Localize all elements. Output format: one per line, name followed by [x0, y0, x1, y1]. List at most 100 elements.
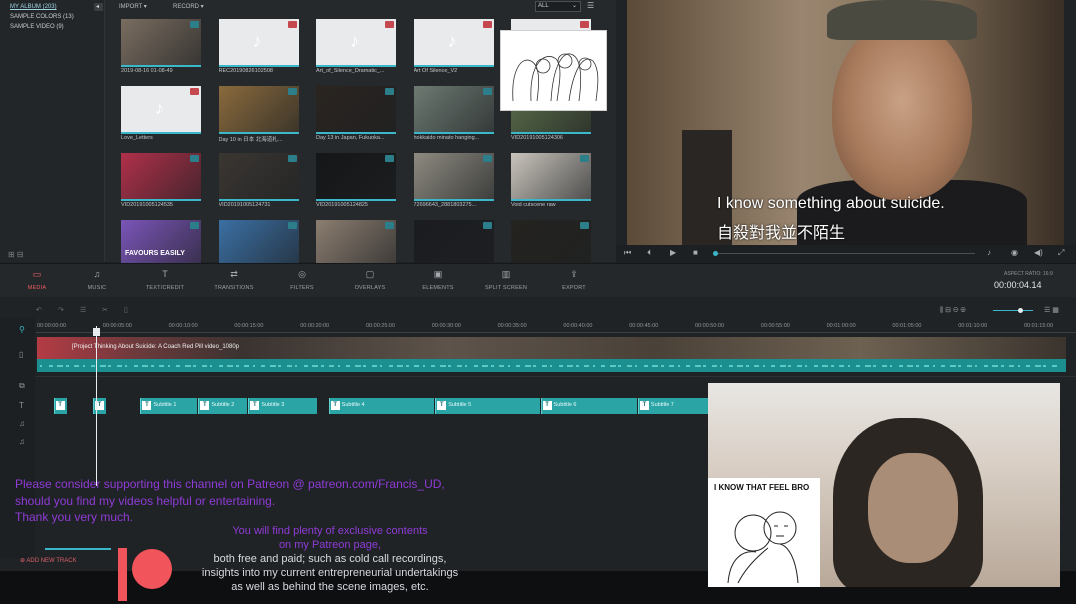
- fullscreen-icon[interactable]: ⤢: [1058, 248, 1064, 258]
- title-clip[interactable]: T Subtitle 2: [198, 398, 248, 414]
- media-tile[interactable]: VID20191005124535: [121, 153, 201, 213]
- zoom-slider-handle[interactable]: [1018, 308, 1023, 313]
- meme-caption: I KNOW THAT FEEL BRO: [714, 483, 810, 492]
- toolbar-music[interactable]: ♫ MUSIC: [67, 269, 127, 291]
- media-tile[interactable]: VID20191005124731: [218, 153, 299, 213]
- undo-icon[interactable]: ↶: [36, 306, 42, 314]
- microphone-icon[interactable]: ♪: [987, 248, 991, 257]
- list-view-icon[interactable]: ☰: [587, 2, 595, 10]
- patreon-message: Please consider supporting this channel …: [15, 476, 445, 526]
- title-clip[interactable]: T Subtitle 1: [140, 398, 198, 414]
- toolbar-filters[interactable]: ◎ FILTERS: [272, 269, 332, 291]
- redo-icon[interactable]: ↷: [58, 306, 64, 314]
- album-item[interactable]: SAMPLE COLORS (13): [10, 14, 74, 20]
- frame-back-icon[interactable]: ⏴: [647, 248, 651, 258]
- toolbar-text-credit[interactable]: T TEXT/CREDIT: [135, 269, 195, 291]
- media-filter-select[interactable]: ALL ⌄: [535, 1, 581, 12]
- media-tile[interactable]: 2019-08-16 01-08-49: [121, 19, 201, 79]
- media-tile-name: Void cutscene raw: [511, 202, 556, 208]
- toolbar-export[interactable]: ⇪ EXPORT: [544, 269, 604, 291]
- link-icon[interactable]: ⚲: [19, 325, 25, 334]
- title-clip[interactable]: T Subtitle 7: [637, 398, 714, 414]
- video-badge-icon: [482, 88, 492, 95]
- waveform-segment: [286, 365, 292, 367]
- preview-scrub-handle[interactable]: [713, 251, 718, 256]
- delete-icon[interactable]: ▯: [124, 306, 128, 314]
- ruler-tick-label: 00:00:10:00: [168, 323, 198, 329]
- ruler-tick-label: 00:00:00:00: [37, 323, 67, 329]
- toolbar-label: EXPORT: [562, 285, 586, 291]
- tile-underline: [413, 132, 494, 134]
- waveform-segment: [805, 365, 807, 367]
- settings-icon[interactable]: ☰: [80, 306, 86, 314]
- title-clip[interactable]: T Subtitle 6: [540, 398, 637, 414]
- waveform-segment: [371, 365, 377, 367]
- record-menu[interactable]: RECORD ▾: [173, 3, 204, 10]
- waveform-segment: [320, 365, 324, 367]
- video-thumbnail: [511, 220, 591, 266]
- collapse-panel-button[interactable]: ◂: [94, 3, 103, 11]
- album-item[interactable]: MY ALBUM (203): [10, 4, 57, 10]
- video-thumbnail: [413, 153, 494, 199]
- toolbar-split-screen[interactable]: ▥ SPLIT SCREEN: [476, 269, 536, 291]
- waveform-segment: [1043, 365, 1046, 367]
- grid-view-icon[interactable]: ☰ ▦: [1044, 306, 1059, 314]
- audio-thumbnail: ♪: [218, 19, 299, 65]
- media-tile[interactable]: ♪ REC20190826102508: [218, 19, 299, 79]
- waveform-segment: [422, 365, 425, 367]
- playhead-handle[interactable]: [93, 328, 100, 336]
- snapshot-icon[interactable]: ◉: [1011, 248, 1018, 257]
- media-tile-name: Day 10 in 日本 北海道札...: [218, 137, 283, 143]
- playhead[interactable]: [96, 326, 97, 486]
- timeline-scrollbar[interactable]: [45, 548, 111, 550]
- waveform-segment: [507, 365, 510, 367]
- add-new-track-button[interactable]: ⊕ ADD NEW TRACK: [20, 557, 77, 564]
- media-tile[interactable]: hokkaido minato hanging...: [413, 86, 494, 146]
- waveform-segment: [694, 365, 701, 367]
- media-tile[interactable]: Void cutscene raw: [511, 153, 591, 213]
- album-item[interactable]: SAMPLE VIDEO (9): [10, 24, 64, 30]
- video-thumbnail: [218, 220, 299, 266]
- import-menu[interactable]: IMPORT ▾: [119, 3, 147, 10]
- media-tile[interactable]: 72696643_2881803275...: [413, 153, 494, 213]
- toolbar-transitions[interactable]: ⇄ TRANSITIONS: [204, 269, 264, 291]
- toolbar-media[interactable]: ▭ MEDIA: [7, 269, 67, 291]
- zoom-slider[interactable]: [993, 310, 1033, 311]
- media-tile[interactable]: Day 13 in Japan, Fukuoka...: [316, 86, 396, 146]
- media-tile[interactable]: ♪ Art_of_Silence_Dramatic_...: [316, 19, 396, 79]
- waveform-segment: [635, 365, 637, 367]
- ruler-tick-label: 00:00:15:00: [234, 323, 264, 329]
- volume-icon[interactable]: ◀): [1034, 248, 1043, 257]
- toolbar-overlays[interactable]: ▢ OVERLAYS: [340, 269, 400, 291]
- waveform-segment: [958, 365, 961, 367]
- title-clip[interactable]: T Subtitle 5: [435, 398, 540, 414]
- toolbar-elements[interactable]: ▣ ELEMENTS: [408, 269, 468, 291]
- patreon-line-1: Please consider supporting this channel …: [15, 477, 445, 491]
- waveform-segment: [346, 365, 350, 367]
- stop-icon[interactable]: ■: [693, 248, 698, 257]
- toolbar-icon: ▭: [32, 269, 42, 279]
- waveform-segment: [898, 365, 903, 367]
- add-folder-icon[interactable]: ⊞ ⊟: [8, 250, 24, 259]
- audio-mixer-icon[interactable]: ⫼ ⊟ ⊖ ⊕: [940, 306, 966, 315]
- webcam-overlay: I KNOW THAT FEEL BRO: [708, 383, 1060, 587]
- album-pane: [0, 0, 105, 262]
- title-clip[interactable]: T Subtitle 4: [328, 398, 435, 414]
- preview-scrub-bar[interactable]: [715, 253, 975, 254]
- waveform-segment: [48, 365, 53, 367]
- step-back-icon[interactable]: ⏮: [624, 248, 631, 258]
- details-line-1: You will find plenty of exclusive conten…: [232, 525, 428, 537]
- media-tile[interactable]: ♪ Love_Letters: [121, 86, 201, 146]
- timecode-display: 00:00:04.14: [994, 280, 1042, 290]
- media-tile[interactable]: VID20191005124825: [316, 153, 396, 213]
- video-badge-icon: [482, 155, 492, 162]
- play-icon[interactable]: ▶: [670, 248, 676, 257]
- cut-icon[interactable]: ✂: [102, 306, 108, 314]
- title-clip[interactable]: T Subtitle 3: [248, 398, 318, 414]
- title-clip[interactable]: T: [53, 398, 67, 414]
- music-note-icon: ♪: [447, 31, 457, 51]
- media-tile[interactable]: ♪ Art Of Silence_V2: [413, 19, 494, 79]
- media-tile[interactable]: Day 10 in 日本 北海道札...: [218, 86, 299, 146]
- ruler-tick-label: 00:00:45:00: [629, 323, 659, 329]
- sketch-meme-overlay-image: [500, 30, 607, 111]
